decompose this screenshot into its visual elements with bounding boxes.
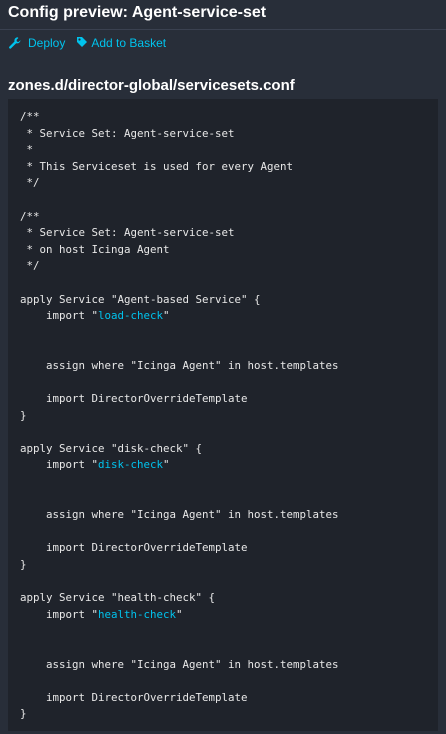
- import-link-load-check[interactable]: load-check: [98, 309, 163, 322]
- code-segment: " assign where "Icinga Agent" in host.te…: [20, 607, 339, 721]
- code-segment: " assign where "Icinga Agent" in host.te…: [20, 458, 339, 621]
- add-to-basket-button[interactable]: Add to Basket: [76, 36, 166, 50]
- import-link-disk-check[interactable]: disk-check: [98, 458, 163, 471]
- deploy-button[interactable]: Deploy: [8, 36, 65, 50]
- code-segment: /** * Service Set: Agent-service-set * *…: [20, 110, 294, 323]
- deploy-label: Deploy: [28, 36, 66, 50]
- wrench-icon: [8, 36, 22, 50]
- action-bar: Deploy Add to Basket: [8, 35, 166, 51]
- config-code: /** * Service Set: Agent-service-set * *…: [20, 109, 339, 723]
- config-file-path: zones.d/director-global/servicesets.conf: [8, 77, 295, 94]
- tag-icon: [76, 36, 88, 50]
- config-code-block: /** * Service Set: Agent-service-set * *…: [8, 99, 438, 731]
- code-segment: " assign where "Icinga Agent" in host.te…: [20, 309, 339, 472]
- import-link-health-check[interactable]: health-check: [98, 608, 176, 621]
- add-to-basket-label: Add to Basket: [91, 36, 167, 50]
- page-header: Config preview: Agent-service-set: [0, 0, 446, 30]
- page-title: Config preview: Agent-service-set: [8, 4, 267, 21]
